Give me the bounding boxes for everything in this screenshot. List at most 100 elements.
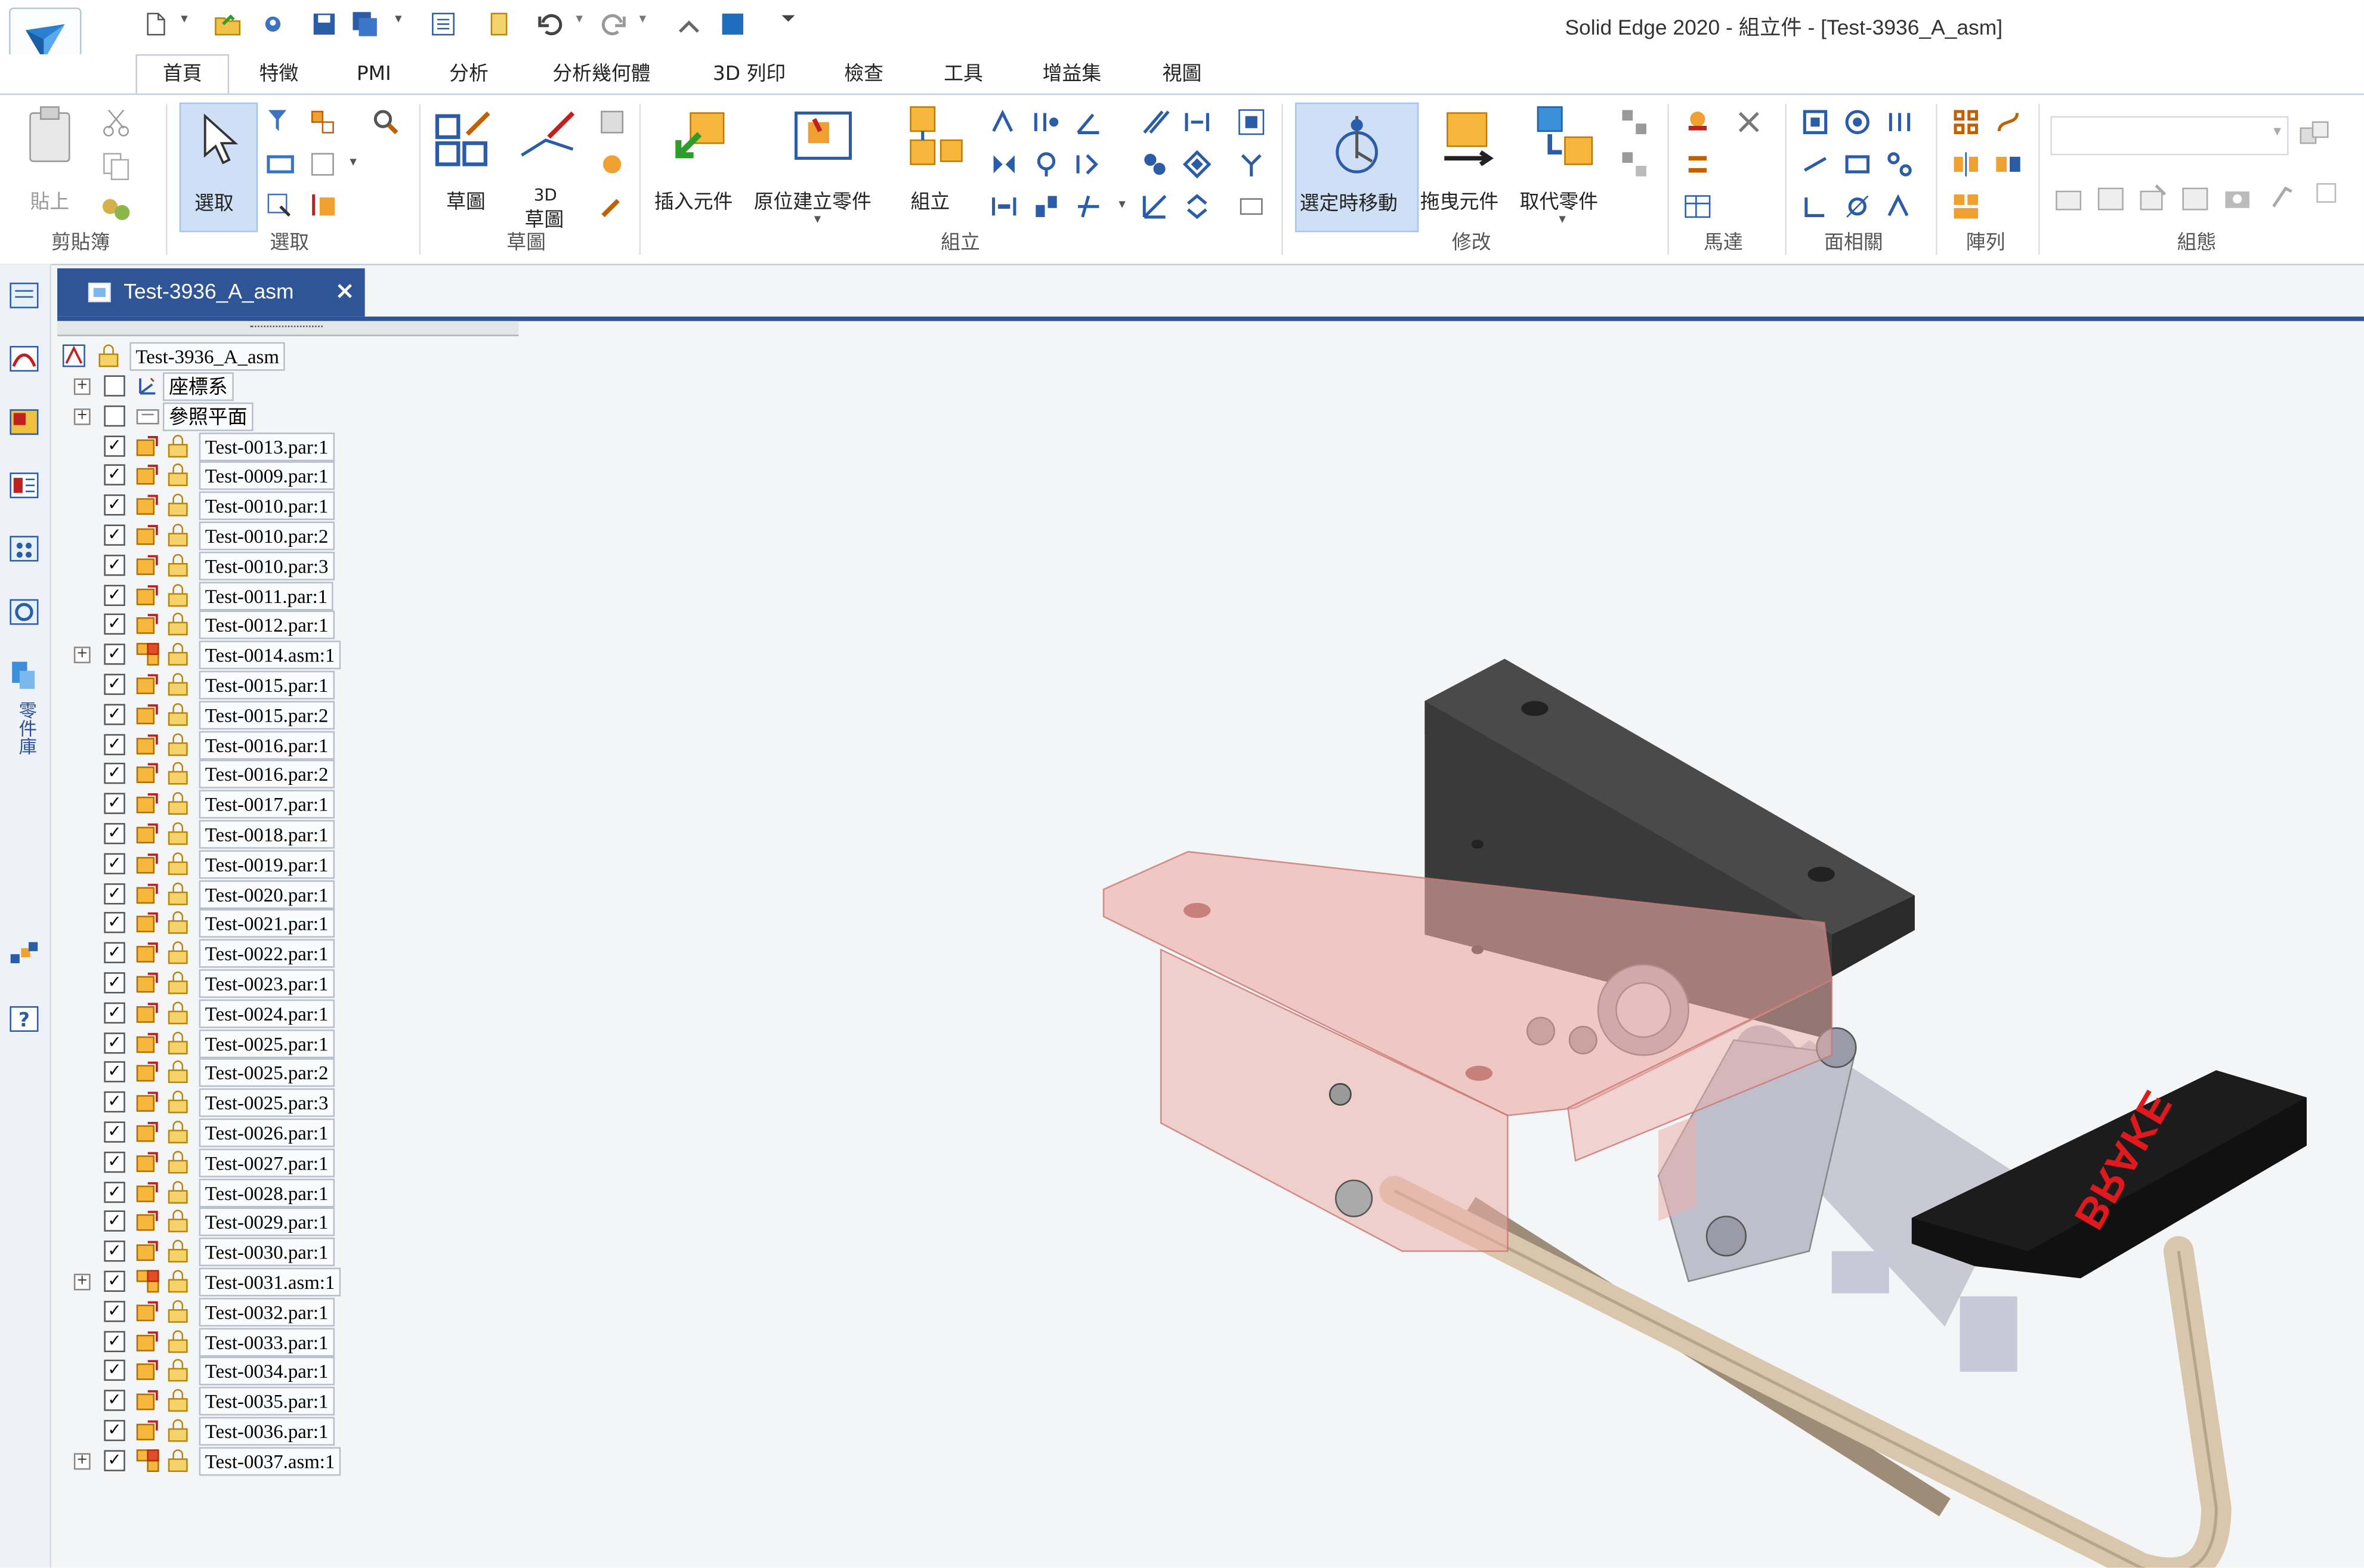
tree-item[interactable]: ✓ Test-0034.par:1 bbox=[54, 1357, 506, 1386]
show-relations-icon[interactable] bbox=[1236, 191, 1266, 222]
motor-icon[interactable] bbox=[1683, 107, 1713, 137]
tree-item[interactable]: ✓ Test-0010.par:2 bbox=[54, 521, 506, 550]
visibility-checkbox[interactable]: ✓ bbox=[104, 852, 125, 874]
visibility-checkbox[interactable]: ✓ bbox=[104, 1032, 125, 1053]
visibility-checkbox[interactable]: ✓ bbox=[104, 1300, 125, 1322]
select-tools-icon[interactable] bbox=[308, 107, 338, 137]
sketch-edit-icon[interactable] bbox=[597, 191, 628, 222]
tree-item[interactable]: ✓ Test-0010.par:1 bbox=[54, 491, 506, 521]
visibility-checkbox[interactable]: ✓ bbox=[104, 1360, 125, 1382]
match-cs-icon[interactable] bbox=[1140, 191, 1170, 222]
dropdown-arrow-icon[interactable]: ▾ bbox=[814, 212, 821, 227]
edit-config-icon[interactable] bbox=[2138, 183, 2168, 213]
angle-icon[interactable] bbox=[1074, 107, 1104, 137]
graphics-viewport[interactable]: BRAKE bbox=[520, 321, 2364, 1568]
perpendicular-faces-icon[interactable] bbox=[1800, 191, 1831, 222]
connect-icon[interactable] bbox=[1074, 149, 1104, 180]
symmetric-faces-icon[interactable] bbox=[1884, 107, 1915, 137]
axial-align-icon[interactable] bbox=[989, 149, 1019, 180]
tab-tools[interactable]: 工具 bbox=[926, 59, 1001, 92]
visibility-checkbox[interactable]: ✓ bbox=[104, 942, 125, 964]
camera-icon[interactable] bbox=[2222, 183, 2252, 213]
insert-relation-icon[interactable] bbox=[1031, 149, 1062, 180]
path-icon[interactable] bbox=[1140, 149, 1170, 180]
visibility-checkbox[interactable]: ✓ bbox=[104, 883, 125, 904]
transfer-icon[interactable] bbox=[675, 11, 702, 38]
visibility-checkbox[interactable]: ✓ bbox=[104, 733, 125, 755]
tangent-faces-icon[interactable] bbox=[1842, 191, 1872, 222]
duplicate-component-icon[interactable] bbox=[1993, 149, 2023, 180]
visibility-checkbox[interactable]: ✓ bbox=[104, 913, 125, 934]
tree-item[interactable]: ✓ Test-0012.par:1 bbox=[54, 611, 506, 640]
sensors-tab-icon[interactable] bbox=[8, 406, 41, 439]
3d-sketch-button[interactable]: 3D 草圖 bbox=[515, 104, 585, 232]
insert-component-button[interactable]: 插入元件 bbox=[654, 104, 745, 218]
tree-item[interactable]: ✓ Test-0026.par:1 bbox=[54, 1118, 506, 1148]
tab-home[interactable]: 首頁 bbox=[135, 54, 230, 95]
tab-add-ins[interactable]: 增益集 bbox=[1025, 59, 1119, 92]
expand-icon[interactable]: + bbox=[73, 378, 91, 395]
zone-icon[interactable] bbox=[2180, 183, 2211, 213]
tree-item[interactable]: ✓ Test-0009.par:1 bbox=[54, 462, 506, 491]
cam-icon[interactable] bbox=[1182, 107, 1212, 137]
variable-table-icon[interactable] bbox=[1683, 191, 1713, 222]
visibility-checkbox[interactable]: ✓ bbox=[104, 584, 125, 605]
expand-icon[interactable]: + bbox=[73, 408, 91, 425]
concentric-faces-icon[interactable] bbox=[1842, 107, 1872, 137]
select-faces-icon[interactable] bbox=[265, 149, 296, 180]
sketch-button[interactable]: 草圖 bbox=[431, 104, 500, 218]
zoom-select-icon[interactable] bbox=[371, 107, 401, 137]
document-tab[interactable]: Test-3936_A_asm × bbox=[57, 268, 365, 317]
visibility-checkbox[interactable]: ✓ bbox=[104, 793, 125, 815]
tree-item[interactable]: ✓ Test-0035.par:1 bbox=[54, 1387, 506, 1416]
tab-3d-print[interactable]: 3D 列印 bbox=[697, 59, 802, 92]
tree-item[interactable]: ✓ Test-0018.par:1 bbox=[54, 819, 506, 849]
visibility-checkbox[interactable] bbox=[104, 375, 125, 397]
visibility-checkbox[interactable]: ✓ bbox=[104, 972, 125, 994]
visibility-checkbox[interactable]: ✓ bbox=[104, 1241, 125, 1262]
visibility-checkbox[interactable]: ✓ bbox=[104, 554, 125, 576]
visibility-checkbox[interactable]: ✓ bbox=[104, 1121, 125, 1143]
tree-item[interactable]: ✓ Test-0027.par:1 bbox=[54, 1148, 506, 1177]
planar-align-icon[interactable] bbox=[1031, 107, 1062, 137]
visibility-checkbox[interactable]: ✓ bbox=[104, 1330, 125, 1352]
along-curve-icon[interactable] bbox=[1993, 107, 2023, 137]
tree-item[interactable]: ✓ Test-0033.par:1 bbox=[54, 1327, 506, 1356]
thickness-chain-icon[interactable] bbox=[1884, 191, 1915, 222]
relationship-assistant-icon[interactable] bbox=[1236, 149, 1266, 180]
center-plane-icon[interactable] bbox=[989, 191, 1019, 222]
help-icon[interactable]: ? bbox=[8, 1003, 41, 1036]
tree-item[interactable]: + ✓ Test-0037.asm:1 bbox=[54, 1446, 506, 1476]
tree-item[interactable]: + 參照平面 bbox=[54, 402, 506, 431]
drag-component-button[interactable]: 拖曳元件 bbox=[1420, 104, 1517, 218]
expand-icon[interactable]: + bbox=[73, 1452, 91, 1470]
sketch-view-icon[interactable] bbox=[597, 107, 628, 137]
component-array-icon[interactable] bbox=[1951, 191, 1981, 222]
feature-library-tab-icon[interactable] bbox=[8, 469, 41, 502]
tangent-icon[interactable] bbox=[1031, 191, 1062, 222]
parts-library-tab-icon[interactable] bbox=[8, 658, 41, 692]
visibility-checkbox[interactable]: ✓ bbox=[104, 1091, 125, 1113]
aligned-holes-icon[interactable] bbox=[1884, 149, 1915, 180]
dropdown-arrow-icon[interactable]: ▾ bbox=[181, 12, 187, 27]
replace-part-button[interactable]: 取代零件 ▾ bbox=[1517, 104, 1617, 230]
pmi-config-icon[interactable] bbox=[2267, 183, 2298, 213]
select-by-box-icon[interactable] bbox=[265, 191, 296, 222]
dropdown-arrow-icon[interactable]: ▾ bbox=[576, 12, 582, 27]
tree-item[interactable]: + ✓ Test-0031.asm:1 bbox=[54, 1267, 506, 1297]
teamcenter-icon[interactable] bbox=[719, 11, 746, 38]
layers-tab-icon[interactable] bbox=[8, 342, 41, 376]
group-options-icon[interactable] bbox=[2316, 183, 2337, 203]
expand-icon[interactable]: + bbox=[73, 1273, 91, 1291]
visibility-checkbox[interactable]: ✓ bbox=[104, 435, 125, 456]
tree-root[interactable]: Test-3936_A_asm bbox=[54, 342, 506, 371]
visibility-checkbox[interactable]: ✓ bbox=[104, 1419, 125, 1442]
tree-item[interactable]: ✓ Test-0020.par:1 bbox=[54, 879, 506, 908]
cut-icon[interactable] bbox=[100, 107, 133, 140]
face-select-icon[interactable] bbox=[1800, 107, 1831, 137]
dropdown-arrow-icon[interactable]: ▾ bbox=[395, 12, 401, 27]
teamcenter-structure-icon[interactable] bbox=[8, 939, 41, 973]
disperse-icon[interactable] bbox=[1619, 107, 1649, 137]
paste-button[interactable]: 貼上 bbox=[21, 104, 87, 218]
pathfinder-tab-icon[interactable] bbox=[8, 279, 41, 313]
